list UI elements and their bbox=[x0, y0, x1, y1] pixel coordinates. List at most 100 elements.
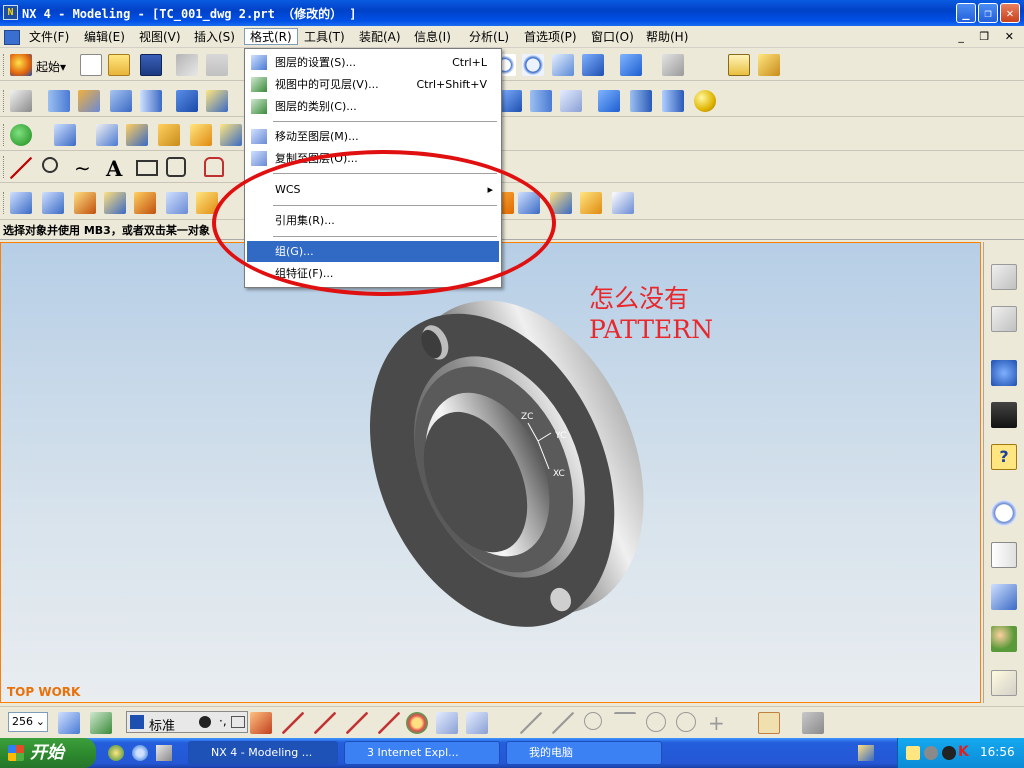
sketch-icon[interactable] bbox=[10, 90, 32, 112]
rectangle-icon[interactable] bbox=[136, 160, 158, 176]
show-hide-icon[interactable] bbox=[466, 712, 488, 734]
extrude-icon[interactable] bbox=[48, 90, 70, 112]
block-icon[interactable] bbox=[176, 90, 198, 112]
measure-distance-icon[interactable] bbox=[728, 54, 750, 76]
basic-curves-icon[interactable] bbox=[204, 157, 224, 177]
snap-point-icon[interactable] bbox=[250, 712, 272, 734]
palette-icon[interactable] bbox=[991, 360, 1017, 386]
new-file-icon[interactable] bbox=[80, 54, 102, 76]
media-player-icon[interactable] bbox=[108, 745, 124, 761]
orient-view-icon[interactable] bbox=[620, 54, 642, 76]
hole-icon[interactable] bbox=[206, 90, 228, 112]
work-layer-select[interactable]: 256 ⌄ bbox=[8, 712, 48, 732]
menu-assemblies[interactable]: 装配(A) bbox=[354, 29, 406, 46]
ime-keyboard-icon[interactable] bbox=[231, 716, 245, 728]
render-style-icon[interactable] bbox=[662, 54, 684, 76]
display-settings-icon[interactable] bbox=[406, 712, 428, 734]
toolbar-grip[interactable] bbox=[3, 192, 6, 214]
menu-analysis[interactable]: 分析(L) bbox=[464, 29, 514, 46]
layer-settings-icon[interactable] bbox=[58, 712, 80, 734]
rotate-icon[interactable] bbox=[522, 54, 544, 76]
ime-logo-icon[interactable] bbox=[130, 715, 144, 729]
cone-icon[interactable] bbox=[662, 90, 684, 112]
wcs-origin-icon[interactable] bbox=[314, 712, 336, 734]
draft-icon[interactable] bbox=[158, 124, 180, 146]
document-icon[interactable] bbox=[4, 30, 20, 45]
toolbar-grip[interactable] bbox=[3, 124, 6, 146]
menu-item-visible-layers[interactable]: 视图中的可见层(V)... Ctrl+Shift+V bbox=[247, 74, 499, 95]
task-my-computer[interactable]: 我的电脑 bbox=[506, 741, 662, 765]
selection-filter-icon[interactable] bbox=[758, 712, 780, 734]
tray-qq-icon[interactable] bbox=[942, 746, 956, 760]
boss-icon[interactable] bbox=[530, 90, 552, 112]
tray-network-icon[interactable] bbox=[924, 746, 938, 760]
copy-icon[interactable] bbox=[206, 54, 228, 76]
global-shaping-icon[interactable] bbox=[580, 192, 602, 214]
chamfer-icon[interactable] bbox=[96, 124, 118, 146]
fit-view-icon[interactable] bbox=[582, 54, 604, 76]
edge-blend-icon[interactable] bbox=[54, 124, 76, 146]
spline-icon[interactable]: ∼ bbox=[74, 158, 91, 178]
toolbar-grip[interactable] bbox=[3, 54, 6, 76]
menu-format[interactable]: 格式(R) bbox=[244, 28, 298, 45]
menu-item-layer-category[interactable]: 图层的类别(C)... bbox=[247, 96, 499, 117]
task-internet-explorer[interactable]: 3 Internet Expl... bbox=[344, 741, 500, 765]
clock[interactable]: 16:56 bbox=[980, 745, 1015, 759]
menu-help[interactable]: 帮助(H) bbox=[641, 29, 693, 46]
open-folder-icon[interactable] bbox=[108, 54, 130, 76]
menu-item-layer-settings[interactable]: 图层的设置(S)... Ctrl+L bbox=[247, 52, 499, 73]
feature-op-icon[interactable] bbox=[10, 124, 32, 146]
snap-arc-icon[interactable] bbox=[584, 712, 602, 730]
start-button[interactable]: 开始 bbox=[0, 738, 96, 768]
roles-icon[interactable] bbox=[991, 626, 1017, 652]
toolbar-grip[interactable] bbox=[3, 156, 6, 178]
maximize-button[interactable]: ❐ bbox=[978, 3, 998, 23]
ie-quicklaunch-icon[interactable] bbox=[132, 745, 148, 761]
selection-scope-icon[interactable] bbox=[802, 712, 824, 734]
polygon-icon[interactable] bbox=[166, 157, 186, 177]
tray-safety-icon[interactable] bbox=[906, 746, 920, 760]
offset-face-icon[interactable] bbox=[190, 124, 212, 146]
snap-tangent-icon[interactable] bbox=[614, 712, 636, 734]
menu-view[interactable]: 视图(V) bbox=[134, 29, 186, 46]
part-navigator-icon[interactable] bbox=[991, 306, 1017, 332]
snap-center-icon[interactable] bbox=[646, 712, 666, 732]
shell-icon[interactable] bbox=[126, 124, 148, 146]
bounded-plane-icon[interactable] bbox=[166, 192, 188, 214]
toolbar-grip[interactable] bbox=[3, 90, 6, 112]
training-icon[interactable] bbox=[991, 402, 1017, 428]
menu-edit[interactable]: 编辑(E) bbox=[79, 29, 130, 46]
menu-tools[interactable]: 工具(T) bbox=[299, 29, 350, 46]
snap-intersection-icon[interactable]: + bbox=[708, 711, 725, 735]
close-button[interactable]: ✕ bbox=[1000, 3, 1020, 23]
ime-moon-icon[interactable] bbox=[199, 716, 211, 728]
help-icon[interactable]: ? bbox=[991, 444, 1017, 470]
history-icon[interactable] bbox=[991, 500, 1017, 526]
start-icon[interactable] bbox=[10, 54, 32, 76]
nx-app-icon[interactable]: N bbox=[3, 5, 18, 20]
ime-toolbar[interactable]: 标准 ·, bbox=[126, 711, 248, 734]
tray-k-icon[interactable]: K bbox=[958, 744, 969, 760]
edit-object-display-icon[interactable] bbox=[436, 712, 458, 734]
snap-endpoint-icon[interactable] bbox=[552, 712, 574, 734]
visible-layers-icon[interactable] bbox=[90, 712, 112, 734]
menu-insert[interactable]: 插入(S) bbox=[189, 29, 240, 46]
block-feature-icon[interactable] bbox=[598, 90, 620, 112]
swept-surface-icon[interactable] bbox=[104, 192, 126, 214]
through-mesh-icon[interactable] bbox=[74, 192, 96, 214]
document-window-controls[interactable]: _ ❐ ✕ bbox=[958, 30, 1020, 43]
arc-icon[interactable] bbox=[42, 157, 58, 173]
start-button[interactable]: 起始▾ bbox=[36, 58, 66, 75]
menu-item-move-to-layer[interactable]: 移动至图层(M)... bbox=[247, 126, 499, 147]
menu-file[interactable]: 文件(F) bbox=[24, 29, 74, 46]
section-surface-icon[interactable] bbox=[134, 192, 156, 214]
system-materials-icon[interactable] bbox=[991, 542, 1017, 568]
orient-wcs-icon[interactable] bbox=[378, 712, 400, 734]
cut-icon[interactable] bbox=[176, 54, 198, 76]
menu-window[interactable]: 窗口(O) bbox=[586, 29, 639, 46]
process-studio-icon[interactable] bbox=[991, 584, 1017, 610]
text-icon[interactable]: A bbox=[106, 156, 122, 181]
rotate-wcs-icon[interactable] bbox=[346, 712, 368, 734]
sweep-icon[interactable] bbox=[110, 90, 132, 112]
graphics-window[interactable]: YC XC ZC 怎么没有 PATTERN TOP WORK bbox=[0, 242, 981, 703]
